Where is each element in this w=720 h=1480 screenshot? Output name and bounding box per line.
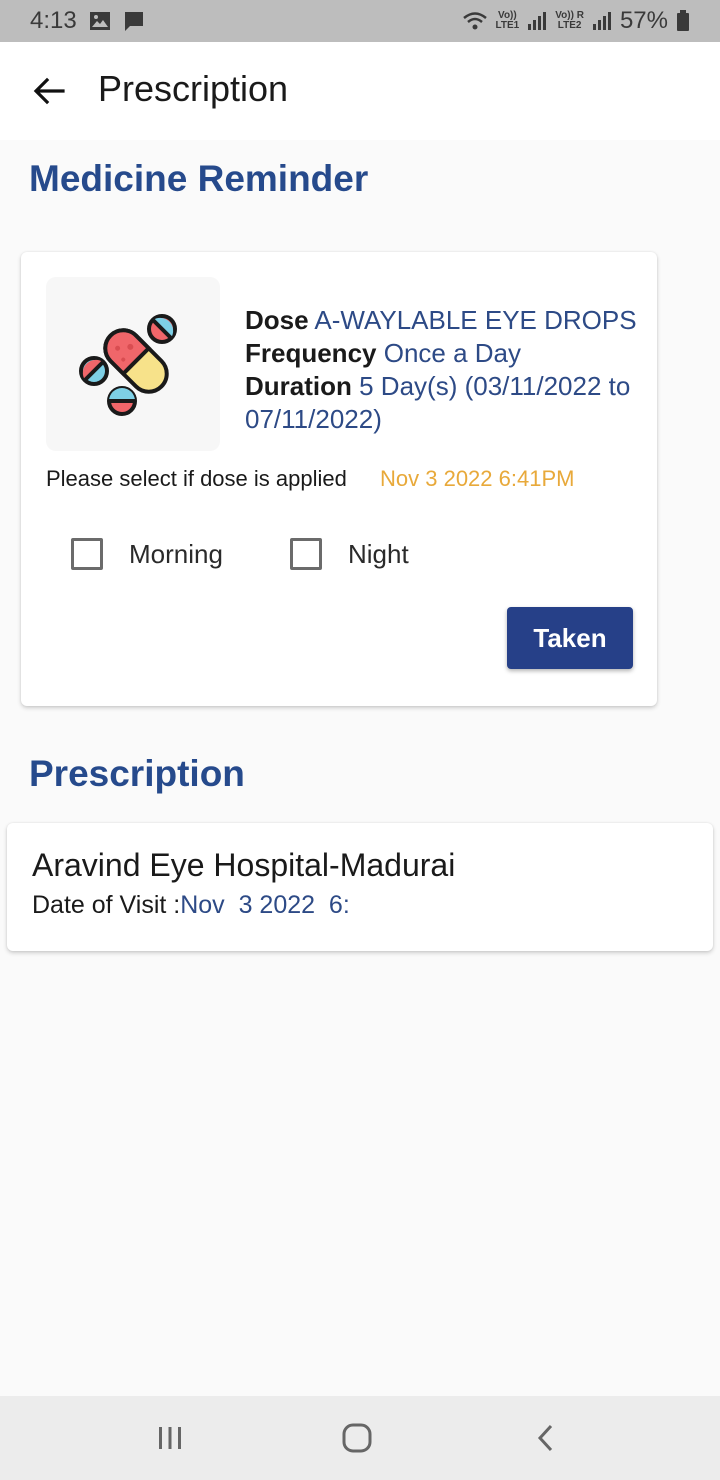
visit-date-line: Date of Visit :Nov 3 2022 6: xyxy=(32,891,350,920)
prescription-card[interactable]: Aravind Eye Hospital-Madurai Date of Vis… xyxy=(7,823,713,951)
dose-label: Dose xyxy=(245,305,309,335)
dose-line: Dose A-WAYLABLE EYE DROPS xyxy=(245,304,645,337)
night-label[interactable]: Night xyxy=(348,539,409,570)
frequency-value: Once a Day xyxy=(383,338,522,368)
night-checkbox-box[interactable] xyxy=(290,538,322,570)
recents-icon xyxy=(159,1427,181,1449)
lte1-label: LTE1 xyxy=(495,20,520,31)
dose-datetime: Nov 3 2022 6:41PM xyxy=(380,466,575,491)
hospital-name: Aravind Eye Hospital-Madurai xyxy=(32,847,456,883)
battery-percent: 57% xyxy=(619,7,668,34)
arrow-left-icon xyxy=(33,77,65,105)
signal-icon xyxy=(527,11,547,31)
status-time: 4:13 xyxy=(30,7,77,34)
medicine-reminder-title: Medicine Reminder xyxy=(29,158,369,199)
taken-button[interactable]: Taken xyxy=(507,607,633,669)
morning-checkbox[interactable]: Morning xyxy=(71,538,223,570)
night-checkbox[interactable]: Night xyxy=(290,538,409,570)
pills-icon xyxy=(79,314,177,416)
wifi-icon xyxy=(462,10,488,32)
dose-info: Dose A-WAYLABLE EYE DROPS Frequency Once… xyxy=(245,304,645,436)
frequency-line: Frequency Once a Day xyxy=(245,337,645,370)
morning-checkbox-box[interactable] xyxy=(71,538,103,570)
frequency-label: Frequency xyxy=(245,338,377,368)
message-icon xyxy=(123,10,145,32)
signal-icon-2 xyxy=(592,11,612,31)
nav-back-button[interactable] xyxy=(525,1418,565,1458)
medicine-image xyxy=(46,277,220,451)
prescription-title: Prescription xyxy=(29,753,245,794)
page-title: Prescription xyxy=(98,68,289,109)
home-icon xyxy=(342,1423,372,1453)
image-icon xyxy=(89,11,111,31)
back-button[interactable] xyxy=(28,70,70,112)
duration-line: Duration 5 Day(s) (03/11/2022 to 07/11/2… xyxy=(245,370,645,436)
visit-date: Nov 3 2022 6: xyxy=(180,891,350,919)
medicine-reminder-card: Dose A-WAYLABLE EYE DROPS Frequency Once… xyxy=(21,252,657,706)
dose-select-prompt: Please select if dose is applied xyxy=(46,466,347,491)
chevron-left-icon xyxy=(537,1424,553,1452)
home-button[interactable] xyxy=(337,1418,377,1458)
battery-icon xyxy=(676,10,690,32)
app-bar: Prescription xyxy=(0,42,720,140)
status-bar: 4:13 Vo)) LTE1 Vo)) R LTE2 57% xyxy=(0,0,720,42)
duration-label: Duration xyxy=(245,371,352,401)
lte2-label: LTE2 xyxy=(557,20,582,31)
visit-label: Date of Visit : xyxy=(32,891,181,919)
recents-button[interactable] xyxy=(150,1418,190,1458)
morning-label[interactable]: Morning xyxy=(129,539,223,570)
dose-value: A-WAYLABLE EYE DROPS xyxy=(314,305,637,335)
system-nav-bar xyxy=(0,1396,720,1480)
